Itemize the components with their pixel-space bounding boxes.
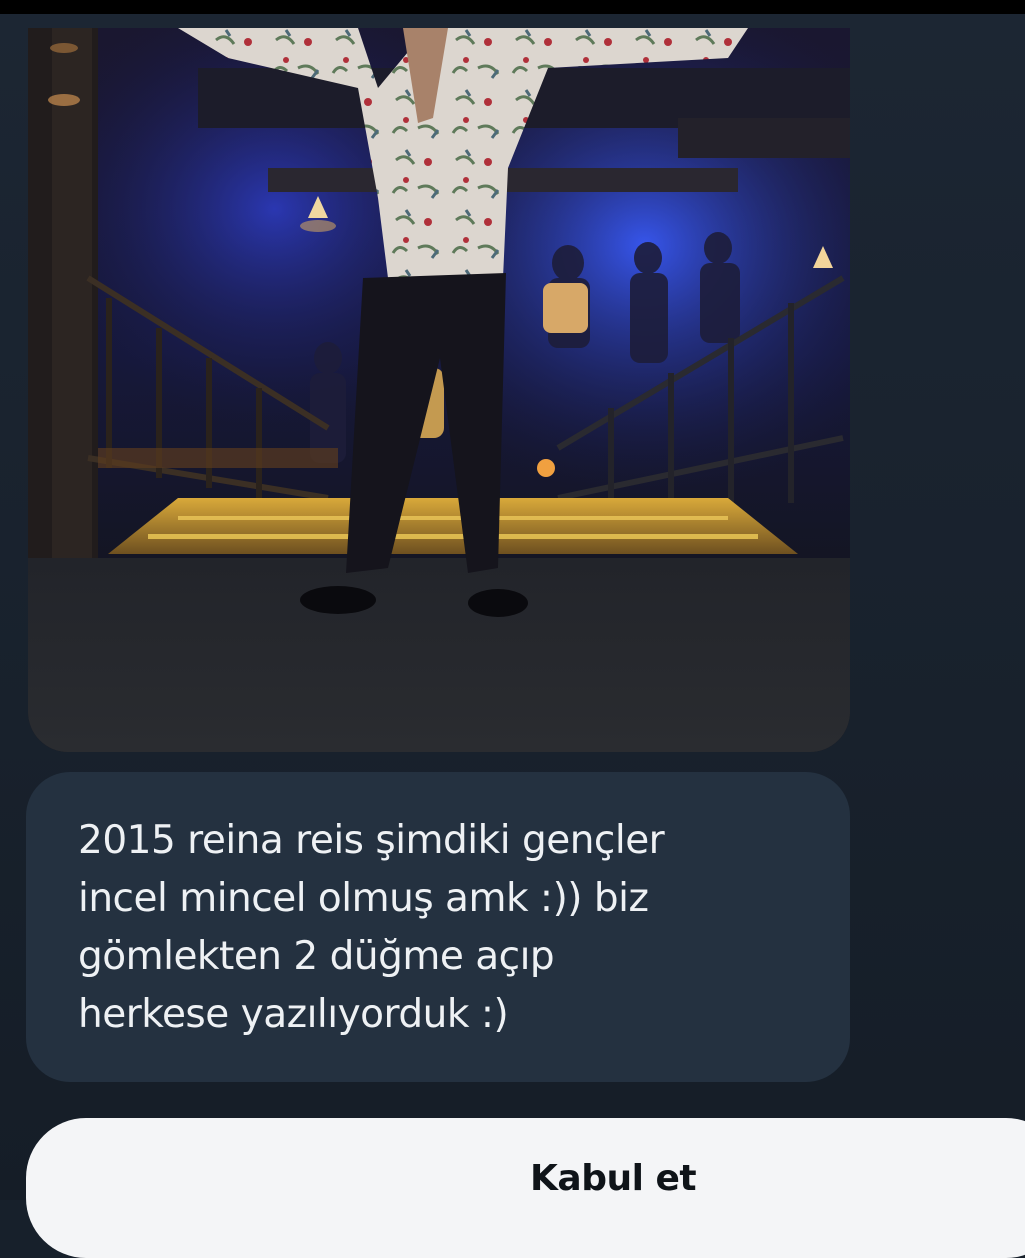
status-bar xyxy=(0,0,1025,14)
club-photo xyxy=(28,28,850,752)
message-bubble[interactable]: 2015 reina reis şimdiki gençler incel mi… xyxy=(26,772,850,1082)
conversation-area[interactable]: 2015 reina reis şimdiki gençler incel mi… xyxy=(0,14,1025,1200)
message-text: 2015 reina reis şimdiki gençler incel mi… xyxy=(78,818,665,1037)
accept-button-label: Kabul et xyxy=(530,1158,697,1199)
accept-button[interactable]: Kabul et xyxy=(26,1118,1025,1258)
photo-message[interactable] xyxy=(28,28,850,752)
